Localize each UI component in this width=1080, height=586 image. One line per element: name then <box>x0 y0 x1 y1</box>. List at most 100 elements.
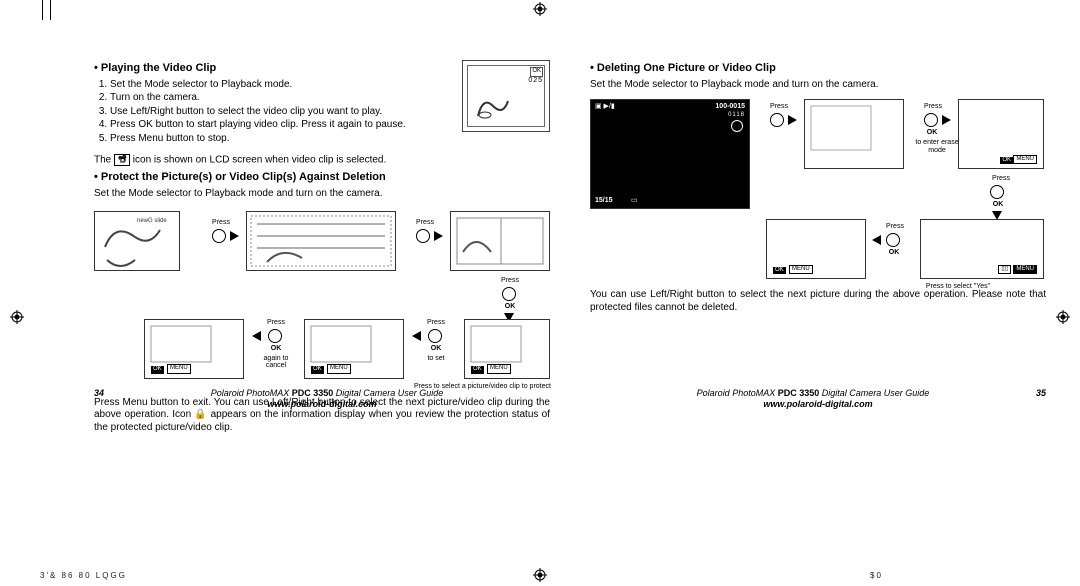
page-number: 34 <box>94 388 104 399</box>
crop-mark <box>42 0 43 20</box>
press-label: Press <box>764 103 794 111</box>
lcd-panel: MENU ▯▯ <box>920 219 1044 279</box>
footer-title: Polaroid PhotoMAX PDC 3350 Digital Camer… <box>590 388 1046 399</box>
ok-label: OK <box>886 249 902 257</box>
dpad-icon <box>886 233 900 247</box>
note-pre: The <box>94 155 114 166</box>
dpad-icon <box>924 113 938 127</box>
lcd-panel: OK MENU <box>144 319 244 379</box>
print-code-right: $0 <box>870 571 883 580</box>
dpad-icon <box>212 229 226 243</box>
ok-badge: OK <box>311 366 324 374</box>
ok-label: OK <box>924 129 940 137</box>
lcd-panel: OK MENU <box>766 219 866 279</box>
crop-mark <box>50 0 51 20</box>
ok-label: OK <box>502 303 518 311</box>
protect-intro: Set the Mode selector to Playback mode a… <box>94 188 550 201</box>
footer-model: PDC 3350 <box>778 388 820 398</box>
note-post: icon is shown on LCD screen when video c… <box>133 155 386 166</box>
ok-label: OK <box>990 201 1006 209</box>
lcd-card-icon: ▭ <box>631 197 638 206</box>
again-to-cancel-label: again to cancel <box>254 355 298 370</box>
footer-suffix: Digital Camera User Guide <box>333 388 443 398</box>
ok-badge: OK <box>151 366 164 374</box>
page-left: OK 025 Playing the Video Clip Set the Mo… <box>94 60 550 438</box>
footer-suffix: Digital Camera User Guide <box>819 388 929 398</box>
registration-mark-icon <box>533 2 547 16</box>
lcd-panel <box>246 211 396 271</box>
lcd-panel <box>450 211 550 271</box>
lcd-time: 0118 <box>728 112 745 120</box>
page: OK 025 Playing the Video Clip Set the Mo… <box>0 0 1080 586</box>
to-set-label: to set <box>418 355 454 363</box>
lcd-illustration-icon: newG slide <box>95 212 179 270</box>
arrow-left-icon <box>872 235 881 245</box>
menu-badge: MENU <box>327 364 351 374</box>
ok-badge: OK <box>471 366 484 374</box>
footer-model: PDC 3350 <box>292 388 334 398</box>
dpad-icon <box>990 185 1004 199</box>
registration-mark-icon <box>533 568 547 582</box>
footer-left: 34 Polaroid PhotoMAX PDC 3350 Digital Ca… <box>94 388 550 411</box>
lcd-illustration-icon <box>247 212 395 270</box>
arrow-left-icon <box>252 331 261 341</box>
lcd-thumbnail: OK 025 <box>462 60 550 132</box>
footer-url: www.polaroid-digital.com <box>590 399 1046 410</box>
menu-badge: MENU <box>167 364 191 374</box>
delete-note: You can use Left/Right button to select … <box>590 289 1046 314</box>
press-label: Press <box>986 175 1016 183</box>
lcd-icons: ▣ ▶/▮ <box>595 103 615 112</box>
press-label: Press <box>206 219 236 227</box>
lcd-panel: OK MENU <box>464 319 550 379</box>
lcd-panel: OK MENU <box>958 99 1044 169</box>
press-label: Press <box>258 319 294 327</box>
ok-badge: OK <box>1000 157 1013 165</box>
press-label: Press <box>918 103 948 111</box>
press-label: Press <box>880 223 910 231</box>
protect-diagram: newG slide Press Press <box>94 205 550 393</box>
dpad-icon <box>770 113 784 127</box>
footer-title: Polaroid PhotoMAX PDC 3350 Digital Camer… <box>94 388 550 399</box>
heading-delete: Deleting One Picture or Video Clip <box>590 62 1046 76</box>
footer-right: 35 Polaroid PhotoMAX PDC 3350 Digital Ca… <box>590 388 1046 411</box>
footer-brand: Polaroid PhotoMAX <box>697 388 778 398</box>
lcd-illustration-icon <box>805 100 903 168</box>
lcd-panel-main: ▣ ▶/▮ 100-0015 0118 15/15 ▭ <box>590 99 750 209</box>
delete-intro: Set the Mode selector to Playback mode a… <box>590 79 1046 92</box>
page-number: 35 <box>1036 388 1046 399</box>
ok-badge: OK <box>773 267 786 275</box>
lcd-illustration-icon <box>451 212 549 270</box>
ok-label: OK <box>428 345 444 353</box>
print-code-left: 3'& 86 80 LQGG <box>40 571 127 580</box>
registration-mark-icon <box>10 310 24 324</box>
menu-badge: MENU <box>1013 265 1037 275</box>
dpad-icon <box>416 229 430 243</box>
press-label: Press <box>418 319 454 327</box>
arrow-left-icon <box>412 331 421 341</box>
arrow-right-icon <box>942 115 951 125</box>
footer-url: www.polaroid-digital.com <box>94 399 550 410</box>
lcd-panel: OK MENU <box>304 319 404 379</box>
menu-badge-alt: ▯▯ <box>998 265 1011 275</box>
dpad-icon <box>428 329 442 343</box>
video-icon-note: The 📽 icon is shown on LCD screen when v… <box>94 154 550 167</box>
arrow-right-icon <box>230 231 239 241</box>
content-columns: OK 025 Playing the Video Clip Set the Mo… <box>94 60 1046 438</box>
video-clip-doodle-icon <box>473 91 513 121</box>
footer-brand: Polaroid PhotoMAX <box>211 388 292 398</box>
step: Press Menu button to stop. <box>110 133 550 147</box>
dpad-icon <box>268 329 282 343</box>
lcd-target-icon <box>731 120 743 132</box>
svg-text:newG slide: newG slide <box>137 218 167 224</box>
page-right: Deleting One Picture or Video Clip Set t… <box>590 60 1046 438</box>
menu-badge: MENU <box>1013 155 1037 165</box>
menu-badge: MENU <box>789 265 813 275</box>
registration-mark-icon <box>1056 310 1070 324</box>
lcd-panel <box>804 99 904 169</box>
press-label: Press <box>410 219 440 227</box>
heading-protect: Protect the Picture(s) or Video Clip(s) … <box>94 171 550 185</box>
lcd-panel: newG slide <box>94 211 180 271</box>
arrow-right-icon <box>788 115 797 125</box>
lcd-count: 15/15 <box>595 197 613 206</box>
lcd-folder: 100-0015 <box>715 103 745 112</box>
